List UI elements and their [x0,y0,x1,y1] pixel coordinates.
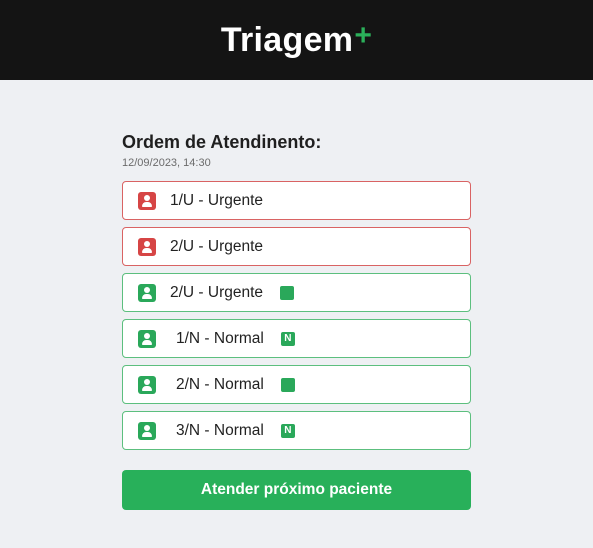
person-icon [138,237,156,256]
status-badge: N [280,423,295,438]
status-badge [280,377,295,392]
person-icon [138,421,156,440]
queue-panel: Ordem de Atendinento: 12/09/2023, 14:30 … [122,132,471,450]
queue-item[interactable]: 2/U - Urgente [122,273,471,312]
page-title: Ordem de Atendinento: [122,132,322,152]
queue-item-label: 1/U - Urgente [170,191,264,209]
next-patient-button[interactable]: Atender próximo paciente [122,470,471,510]
brand-plus-icon: + [354,18,373,52]
app-header: Triagem + [0,0,593,80]
queue-item-label: 3/N - Normal [176,421,264,439]
brand-logo: Triagem + [220,18,373,60]
queue-timestamp: 12/09/2023, 14:30 [122,157,211,169]
queue-item[interactable]: 2/N - Normal [122,365,471,404]
brand-name: Triagem [220,20,354,59]
queue-item-label: 2/U - Urgente [170,237,264,255]
person-icon [138,329,156,348]
queue-item-label: 1/N - Normal [176,329,264,347]
queue-item-label: 2/U - Urgente [170,283,264,301]
queue-item[interactable]: 1/N - Normal N [122,319,471,358]
person-icon [138,283,156,302]
person-icon [138,375,156,394]
queue-item[interactable]: 2/U - Urgente [122,227,471,266]
status-badge: N [280,331,295,346]
queue-item-label: 2/N - Normal [176,375,264,393]
status-badge [280,285,295,300]
queue-item[interactable]: 3/N - Normal N [122,411,471,450]
person-icon [138,191,156,210]
queue-item[interactable]: 1/U - Urgente [122,181,471,220]
